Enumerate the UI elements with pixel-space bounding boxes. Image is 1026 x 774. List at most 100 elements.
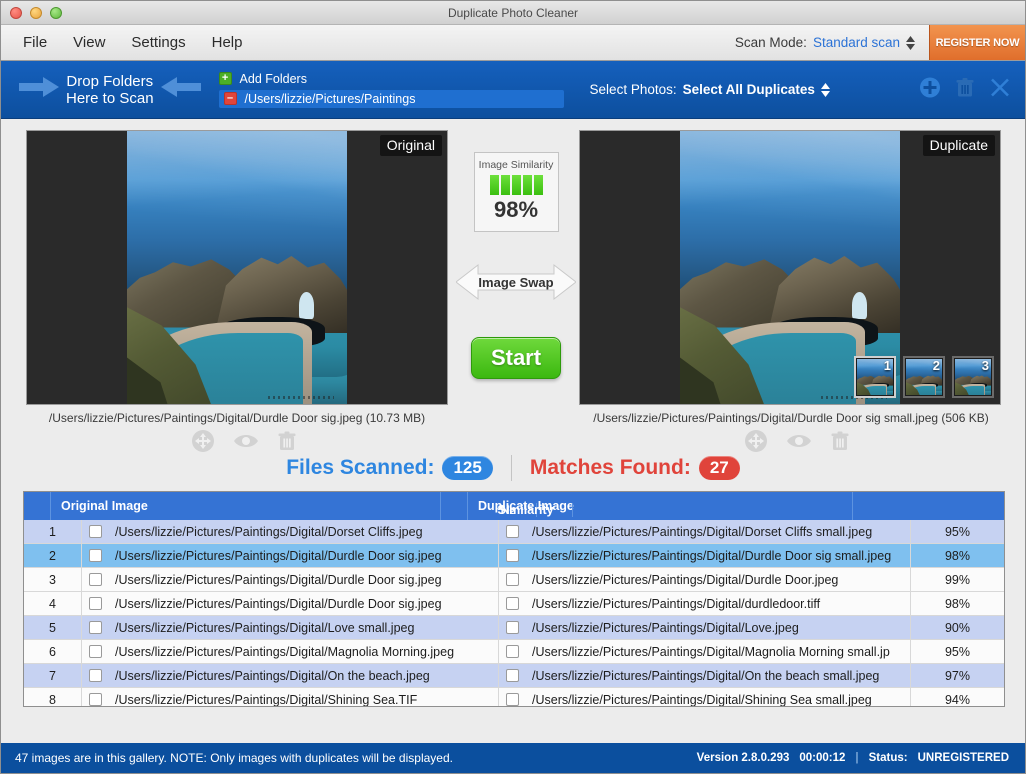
duplicate-image-panel[interactable]: Duplicate 1 2 3 bbox=[579, 130, 1001, 405]
cell-duplicate-checkbox[interactable] bbox=[499, 544, 526, 567]
toolbar-icon-group bbox=[919, 76, 1011, 103]
table-row[interactable]: 1/Users/lizzie/Pictures/Paintings/Digita… bbox=[24, 520, 1004, 544]
table-row[interactable]: 3/Users/lizzie/Pictures/Paintings/Digita… bbox=[24, 568, 1004, 592]
table-row[interactable]: 2/Users/lizzie/Pictures/Paintings/Digita… bbox=[24, 544, 1004, 568]
cell-original-path: /Users/lizzie/Pictures/Paintings/Digital… bbox=[109, 568, 499, 591]
checkbox-duplicate[interactable] bbox=[506, 693, 519, 706]
drop-folders-zone[interactable]: Drop Folders Here to Scan bbox=[19, 73, 201, 107]
status-badge: UNREGISTERED bbox=[917, 752, 1009, 764]
cell-original-checkbox[interactable] bbox=[82, 568, 109, 591]
similarity-bar bbox=[489, 175, 499, 195]
checkbox-original[interactable] bbox=[89, 573, 102, 586]
cell-original-checkbox[interactable] bbox=[82, 544, 109, 567]
table-row[interactable]: 7/Users/lizzie/Pictures/Paintings/Digita… bbox=[24, 664, 1004, 688]
delete-trash-icon[interactable] bbox=[830, 430, 850, 457]
image-similarity-box: Image Similarity 98% bbox=[473, 152, 559, 232]
checkbox-duplicate[interactable] bbox=[506, 573, 519, 586]
cell-duplicate-checkbox[interactable] bbox=[499, 664, 526, 687]
cell-original-checkbox[interactable] bbox=[82, 616, 109, 639]
cell-similarity: 98% bbox=[911, 592, 1004, 615]
checkbox-original[interactable] bbox=[89, 669, 102, 682]
add-folders-row[interactable]: + Add Folders bbox=[218, 71, 564, 86]
cell-original-checkbox[interactable] bbox=[82, 640, 109, 663]
checkbox-original[interactable] bbox=[89, 693, 102, 706]
folders-panel: + Add Folders – /Users/lizzie/Pictures/P… bbox=[218, 71, 564, 108]
folder-path-row[interactable]: – /Users/lizzie/Pictures/Paintings bbox=[218, 89, 564, 108]
table-row[interactable]: 4/Users/lizzie/Pictures/Paintings/Digita… bbox=[24, 592, 1004, 616]
cell-duplicate-checkbox[interactable] bbox=[499, 520, 526, 543]
elapsed-time: 00:00:12 bbox=[799, 752, 846, 764]
cell-original-checkbox[interactable] bbox=[82, 592, 109, 615]
checkbox-duplicate[interactable] bbox=[506, 645, 519, 658]
close-x-icon[interactable] bbox=[989, 76, 1011, 103]
preview-eye-icon[interactable] bbox=[786, 431, 812, 456]
menu-help[interactable]: Help bbox=[212, 34, 243, 51]
move-image-icon[interactable] bbox=[744, 429, 768, 458]
cell-original-checkbox[interactable] bbox=[82, 664, 109, 687]
checkbox-original[interactable] bbox=[89, 645, 102, 658]
checkbox-original[interactable] bbox=[89, 549, 102, 562]
delete-trash-icon[interactable] bbox=[277, 430, 297, 457]
table-row[interactable]: 6/Users/lizzie/Pictures/Paintings/Digita… bbox=[24, 640, 1004, 664]
cell-original-checkbox[interactable] bbox=[82, 520, 109, 543]
similarity-bar bbox=[511, 175, 521, 195]
menu-bar-right: Scan Mode: Standard scan REGISTER NOW bbox=[735, 25, 1025, 60]
register-now-button[interactable]: REGISTER NOW bbox=[929, 25, 1025, 60]
checkbox-duplicate[interactable] bbox=[506, 621, 519, 634]
checkbox-duplicate[interactable] bbox=[506, 597, 519, 610]
thumbnail-3[interactable]: 3 bbox=[952, 356, 994, 398]
column-header-checkbox-duplicate bbox=[441, 492, 468, 520]
original-image-panel[interactable]: Original bbox=[26, 130, 448, 405]
app-window: Duplicate Photo Cleaner File View Settin… bbox=[0, 0, 1026, 774]
checkbox-duplicate[interactable] bbox=[506, 669, 519, 682]
checkbox-original[interactable] bbox=[89, 597, 102, 610]
thumbnail-2[interactable]: 2 bbox=[903, 356, 945, 398]
add-folders-label: Add Folders bbox=[239, 71, 307, 86]
column-header-checkbox-original bbox=[24, 492, 51, 520]
cell-row-number: 1 bbox=[24, 520, 82, 543]
column-header-original[interactable]: Original Image bbox=[51, 492, 441, 520]
preview-eye-icon[interactable] bbox=[233, 431, 259, 456]
matches-found-value: 27 bbox=[698, 455, 740, 481]
add-folder-plus-icon[interactable]: + bbox=[218, 72, 232, 85]
scan-mode-value: Standard scan bbox=[812, 35, 900, 50]
compare-area: Original /Users/lizzie/Pictures/Painting… bbox=[1, 119, 1025, 743]
column-header-similarity[interactable]: Similarity bbox=[479, 503, 573, 517]
add-circle-icon[interactable] bbox=[919, 76, 941, 103]
painting-signature bbox=[267, 395, 334, 399]
start-button[interactable]: Start bbox=[471, 337, 561, 379]
select-photos-dropdown[interactable]: Select Photos: Select All Duplicates bbox=[590, 82, 830, 97]
painting-arch bbox=[298, 292, 314, 320]
select-photos-label: Select Photos: bbox=[589, 82, 677, 97]
scan-mode-selector[interactable]: Scan Mode: Standard scan bbox=[735, 25, 929, 60]
cell-duplicate-checkbox[interactable] bbox=[499, 592, 526, 615]
cell-similarity: 95% bbox=[911, 640, 1004, 663]
cell-original-checkbox[interactable] bbox=[82, 688, 109, 706]
cell-duplicate-checkbox[interactable] bbox=[499, 616, 526, 639]
table-row[interactable]: 8/Users/lizzie/Pictures/Paintings/Digita… bbox=[24, 688, 1004, 706]
menu-view[interactable]: View bbox=[73, 34, 105, 51]
window-title: Duplicate Photo Cleaner bbox=[447, 5, 579, 20]
cell-duplicate-checkbox[interactable] bbox=[499, 640, 526, 663]
table-body: 1/Users/lizzie/Pictures/Paintings/Digita… bbox=[24, 520, 1004, 706]
cell-similarity: 90% bbox=[911, 616, 1004, 639]
table-row[interactable]: 5/Users/lizzie/Pictures/Paintings/Digita… bbox=[24, 616, 1004, 640]
thumbnail-1[interactable]: 1 bbox=[854, 356, 896, 398]
checkbox-original[interactable] bbox=[89, 525, 102, 538]
original-badge: Original bbox=[379, 135, 442, 156]
cell-duplicate-checkbox[interactable] bbox=[499, 568, 526, 591]
delete-trash-icon[interactable] bbox=[955, 76, 975, 103]
menu-settings[interactable]: Settings bbox=[131, 34, 185, 51]
matches-found-stat: Matches Found: 27 bbox=[512, 455, 758, 481]
status-separator: | bbox=[855, 752, 859, 764]
checkbox-duplicate[interactable] bbox=[506, 549, 519, 562]
cell-duplicate-path: /Users/lizzie/Pictures/Paintings/Digital… bbox=[526, 664, 911, 687]
menu-file[interactable]: File bbox=[23, 34, 47, 51]
arrow-left-icon bbox=[160, 76, 201, 103]
remove-folder-minus-icon[interactable]: – bbox=[223, 92, 237, 105]
image-swap-button[interactable]: Image Swap bbox=[456, 255, 576, 309]
move-image-icon[interactable] bbox=[191, 429, 215, 458]
checkbox-duplicate[interactable] bbox=[506, 525, 519, 538]
cell-duplicate-checkbox[interactable] bbox=[499, 688, 526, 706]
checkbox-original[interactable] bbox=[89, 621, 102, 634]
